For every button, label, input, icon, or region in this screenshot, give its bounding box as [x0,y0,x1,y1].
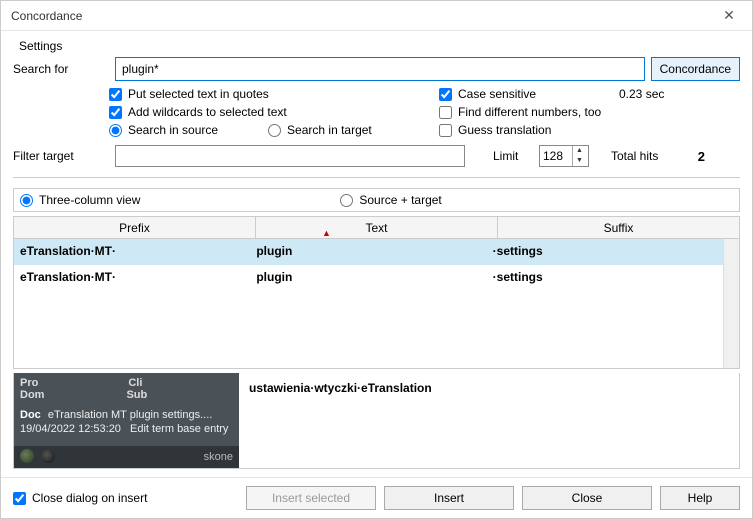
case-sensitive-label: Case sensitive [458,87,536,101]
cell-text: plugin [250,239,486,265]
table-row[interactable]: eTranslation·MT· plugin ·settings [14,239,723,265]
options-area: Put selected text in quotes Add wildcard… [13,87,740,137]
close-on-insert-label: Close dialog on insert [32,491,147,505]
meta-doc-label: Doc [20,409,41,421]
put-quotes-input[interactable] [109,88,122,101]
search-target-radio[interactable]: Search in target [268,123,372,137]
add-wildcards-input[interactable] [109,106,122,119]
case-sensitive-checkbox[interactable]: Case sensitive [439,87,619,101]
total-hits-label: Total hits [611,149,681,163]
col-prefix[interactable]: Prefix [14,217,256,238]
find-diff-numbers-checkbox[interactable]: Find different numbers, too [439,105,619,119]
cell-suffix: ·settings [487,265,723,291]
close-icon[interactable]: ✕ [714,4,744,28]
detail-nav-bar: skone [14,446,239,468]
meta-timestamp: 19/04/2022 12:53:20 [20,423,121,435]
cell-prefix: eTranslation·MT· [14,265,250,291]
concordance-button[interactable]: Concordance [651,57,740,81]
close-on-insert-checkbox[interactable]: Close dialog on insert [13,491,238,505]
titlebar: Concordance ✕ [1,1,752,31]
search-source-input[interactable] [109,124,122,137]
help-button[interactable]: Help [660,486,740,510]
search-label: Search for [13,62,109,76]
results-table: Prefix ▲Text Suffix eTranslation·MT· plu… [13,216,740,369]
view-toggle: Three-column view Source + target [13,188,740,212]
guess-translation-checkbox[interactable]: Guess translation [439,123,619,137]
filter-row: Filter target Limit ▲ ▼ Total hits 2 [13,145,740,167]
meta-dom-label: Dom [20,389,44,401]
case-sensitive-input[interactable] [439,88,452,101]
find-diff-numbers-label: Find different numbers, too [458,105,601,119]
add-wildcards-label: Add wildcards to selected text [128,105,287,119]
search-scope-radios: Search in source Search in target [109,123,439,137]
content-area: Settings Search for Concordance Put sele… [1,31,752,477]
sort-asc-icon: ▲ [322,222,331,244]
table-row[interactable]: eTranslation·MT· plugin ·settings [14,265,723,291]
meta-pro-label: Pro [20,377,38,389]
guess-translation-input[interactable] [439,124,452,137]
close-on-insert-input[interactable] [13,492,26,505]
filter-label: Filter target [13,149,109,163]
search-source-radio[interactable]: Search in source [109,123,218,137]
limit-stepper[interactable]: ▲ ▼ [539,145,589,167]
meta-doc-value: eTranslation MT plugin settings.... [48,409,212,421]
footer: Close dialog on insert Insert selected I… [1,477,752,518]
detail-translation: ustawienia·wtyczki·eTranslation [239,373,739,468]
settings-group-label: Settings [19,39,740,53]
limit-label: Limit [493,149,533,163]
search-target-label: Search in target [287,123,372,137]
source-target-radio[interactable]: Source + target [340,193,441,207]
detail-meta-panel: Pro Cli Dom Sub Doc eTranslation MT plug… [14,373,239,468]
options-right: Case sensitive Find different numbers, t… [439,87,619,137]
three-column-input[interactable] [20,194,33,207]
options-left: Put selected text in quotes Add wildcard… [109,87,439,137]
limit-arrows[interactable]: ▲ ▼ [572,146,586,166]
table-header: Prefix ▲Text Suffix [14,217,739,239]
detail-meta-top: Pro Cli Dom Sub Doc eTranslation MT plug… [14,373,239,446]
col-text[interactable]: ▲Text [256,217,498,238]
meta-cli-label: Cli [128,377,142,389]
search-source-label: Search in source [128,123,218,137]
cell-text: plugin [250,265,486,291]
search-input[interactable] [115,57,645,81]
meta-user: skone [204,451,233,463]
table-body-wrap: eTranslation·MT· plugin ·settings eTrans… [14,239,739,368]
source-target-label: Source + target [359,193,441,207]
cell-prefix: eTranslation·MT· [14,239,250,265]
insert-button[interactable]: Insert [384,486,514,510]
meta-sub-label: Sub [126,389,147,401]
three-column-radio[interactable]: Three-column view [20,193,140,207]
window-title: Concordance [11,9,82,23]
nav-next-icon[interactable] [41,449,55,463]
table-body: eTranslation·MT· plugin ·settings eTrans… [14,239,723,368]
insert-selected-button: Insert selected [246,486,376,510]
meta-action: Edit term base entry [130,423,228,435]
close-button[interactable]: Close [522,486,652,510]
col-suffix[interactable]: Suffix [498,217,739,238]
concordance-window: Concordance ✕ Settings Search for Concor… [0,0,753,519]
search-target-input[interactable] [268,124,281,137]
nav-prev-icon[interactable] [20,449,34,463]
scrollbar[interactable] [723,239,739,368]
filter-input[interactable] [115,145,465,167]
put-quotes-checkbox[interactable]: Put selected text in quotes [109,87,439,101]
search-timing: 0.23 sec [619,87,679,101]
add-wildcards-checkbox[interactable]: Add wildcards to selected text [109,105,439,119]
chevron-down-icon[interactable]: ▼ [573,156,586,166]
cell-suffix: ·settings [487,239,723,265]
three-column-label: Three-column view [39,193,140,207]
total-hits-value: 2 [687,149,705,164]
source-target-input[interactable] [340,194,353,207]
search-row: Search for Concordance [13,57,740,81]
separator [13,177,740,178]
put-quotes-label: Put selected text in quotes [128,87,269,101]
chevron-up-icon[interactable]: ▲ [573,146,586,156]
find-diff-numbers-input[interactable] [439,106,452,119]
detail-panel: Pro Cli Dom Sub Doc eTranslation MT plug… [13,373,740,469]
limit-value[interactable] [540,149,572,163]
guess-translation-label: Guess translation [458,123,551,137]
